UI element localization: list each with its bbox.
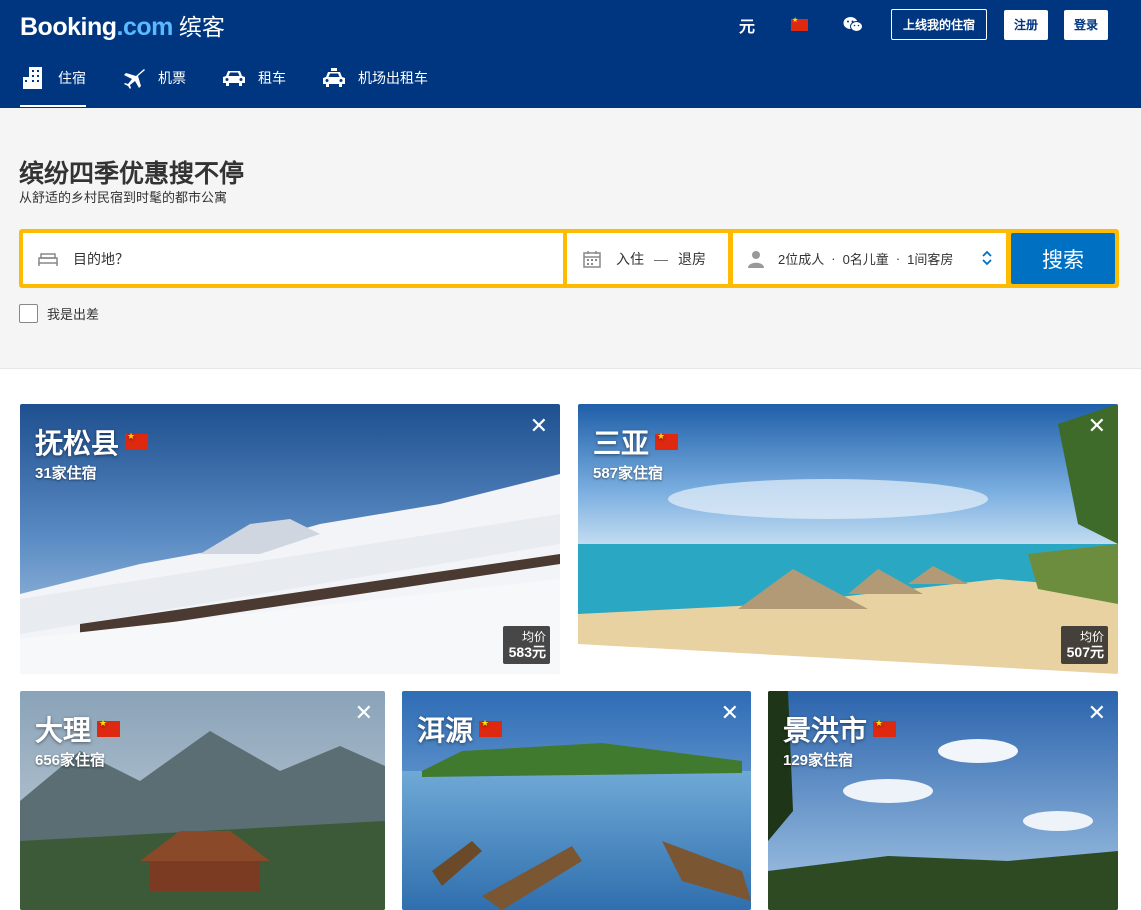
wechat-icon[interactable] — [843, 16, 863, 33]
search-bar: 目的地？ 入住 — 退房 2位成人 · 0名儿童 · 1间客房 搜索 — [19, 229, 1119, 288]
hero-section: 缤纷四季优惠搜不停 从舒适的乡村民宿到时髦的都市公寓 目的地？ 入住 — 退房 … — [0, 108, 1141, 369]
property-count: 129家住宿 — [783, 752, 854, 769]
close-icon[interactable]: ✕ — [1088, 702, 1106, 724]
destination-card[interactable]: 三亚 587家住宿 ✕ 均价 507元 — [578, 404, 1118, 674]
destination-input[interactable]: 目的地？ — [23, 233, 563, 284]
china-flag-icon — [97, 718, 121, 737]
china-flag-icon — [655, 431, 679, 450]
separator: · — [831, 251, 836, 266]
price-label: 均价 — [521, 630, 546, 644]
hero-title: 缤纷四季优惠搜不停 — [19, 160, 245, 188]
nav-label: 机票 — [158, 70, 186, 86]
property-count: 656家住宿 — [35, 752, 106, 769]
destination-title: 大理 — [35, 715, 92, 746]
destination-title: 抚松县 — [35, 428, 120, 459]
date-picker[interactable]: 入住 — 退房 — [567, 233, 728, 284]
language-flag-icon[interactable] — [790, 16, 808, 31]
nav-label: 机场出租车 — [358, 70, 428, 86]
rooms-count: 1间客房 — [907, 252, 954, 267]
destination-name: 三亚 — [593, 422, 679, 462]
china-flag-icon — [873, 718, 897, 737]
hotel-icon — [20, 65, 46, 91]
updown-arrow-icon — [982, 250, 992, 267]
list-property-button[interactable]: 上线我的住宿 — [890, 9, 987, 40]
destination-title: 洱源 — [417, 715, 474, 746]
nav-label: 住宿 — [58, 70, 86, 86]
price-value: 583元 — [508, 644, 546, 660]
destination-placeholder: 目的地？ — [73, 250, 129, 267]
destination-name: 景洪市 — [783, 709, 897, 749]
destination-title: 三亚 — [593, 428, 650, 459]
logo-cn: 缤客 — [178, 14, 225, 40]
bed-icon — [38, 252, 58, 266]
login-button[interactable]: 登录 — [1063, 9, 1108, 40]
nav-tab-car-rental[interactable]: 租车 — [222, 60, 286, 96]
plane-icon — [122, 67, 146, 89]
china-flag-icon — [125, 431, 149, 450]
main-nav: 住宿 机票 租车 机场出租车 — [20, 60, 464, 108]
top-header: Booking.com缤客 元 上线我的住宿 注册 登录 — [0, 0, 1141, 108]
china-flag-icon — [479, 718, 503, 737]
close-icon[interactable]: ✕ — [721, 702, 739, 724]
logo-brand: Booking — [20, 13, 117, 41]
header-actions: 元 上线我的住宿 注册 登录 — [739, 9, 1108, 40]
guest-selector[interactable]: 2位成人 · 0名儿童 · 1间客房 — [733, 233, 1006, 284]
nav-label: 租车 — [258, 70, 286, 86]
destination-title: 景洪市 — [783, 715, 868, 746]
currency-selector[interactable]: 元 — [739, 13, 755, 37]
booking-logo[interactable]: Booking .com 缤客 — [20, 8, 225, 41]
price-badge: 均价 507元 — [1060, 626, 1108, 664]
business-trip-label: 我是出差 — [47, 307, 100, 322]
destination-card[interactable]: 抚松县 31家住宿 ✕ 均价 583元 — [20, 404, 560, 674]
property-count: 31家住宿 — [35, 465, 97, 482]
taxi-icon — [322, 68, 346, 88]
close-icon[interactable]: ✕ — [1088, 415, 1106, 437]
close-icon[interactable]: ✕ — [355, 702, 373, 724]
destination-card[interactable]: 洱源 ✕ — [402, 691, 751, 910]
destination-name: 抚松县 — [35, 422, 149, 462]
property-count: 587家住宿 — [593, 465, 664, 482]
separator: · — [895, 251, 901, 266]
nav-tab-stays[interactable]: 住宿 — [20, 60, 86, 107]
register-button[interactable]: 注册 — [1003, 9, 1048, 40]
destination-name: 洱源 — [417, 709, 503, 749]
price-badge: 均价 583元 — [502, 626, 550, 664]
search-button[interactable]: 搜索 — [1011, 233, 1115, 284]
calendar-icon — [583, 250, 601, 268]
person-icon — [747, 250, 765, 268]
checkout-label: 退房 — [678, 250, 706, 267]
price-label: 均价 — [1079, 630, 1104, 644]
destination-name: 大理 — [35, 709, 121, 749]
car-icon — [222, 69, 246, 87]
close-icon[interactable]: ✕ — [530, 415, 548, 437]
destination-card[interactable]: 大理 656家住宿 ✕ — [20, 691, 385, 910]
logo-domain: .com — [116, 13, 174, 41]
children-count: 0名儿童 — [842, 252, 889, 267]
business-trip-checkbox[interactable]: 我是出差 — [19, 304, 99, 323]
nav-tab-airport-taxi[interactable]: 机场出租车 — [322, 60, 428, 96]
adults-count: 2位成人 — [778, 252, 825, 267]
price-value: 507元 — [1066, 644, 1104, 660]
checkbox[interactable] — [19, 304, 38, 323]
nav-tab-flights[interactable]: 机票 — [122, 60, 186, 96]
hero-subtitle: 从舒适的乡村民宿到时髦的都市公寓 — [19, 190, 228, 205]
destination-card[interactable]: 景洪市 129家住宿 ✕ — [768, 691, 1118, 910]
date-dash: — — [654, 250, 668, 267]
checkin-label: 入住 — [616, 250, 644, 267]
